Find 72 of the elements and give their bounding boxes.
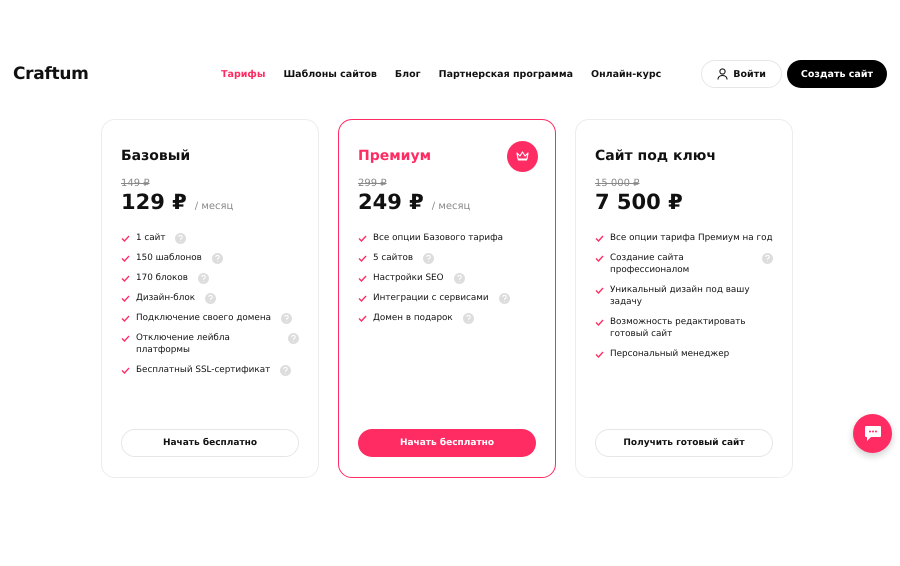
feature-text: 170 блоков xyxy=(136,272,188,284)
check-icon xyxy=(121,315,130,322)
price-period: / месяц xyxy=(432,201,470,212)
help-icon[interactable] xyxy=(288,333,299,344)
price: 249 ₽ xyxy=(358,190,424,214)
check-icon xyxy=(358,235,367,242)
user-icon xyxy=(717,68,728,80)
feature-text: Возможность редактировать готовый сайт xyxy=(610,316,747,340)
help-icon[interactable] xyxy=(205,293,216,304)
old-price: 299 ₽ xyxy=(358,178,388,189)
feature-text: Домен в подарок xyxy=(373,312,453,324)
price: 7 500 ₽ xyxy=(595,190,683,214)
check-icon xyxy=(121,275,130,282)
feature-text: Настройки SEO xyxy=(373,272,444,284)
check-icon xyxy=(121,367,130,374)
check-icon xyxy=(358,255,367,262)
feature-text: Бесплатный SSL-сертификат xyxy=(136,364,270,376)
nav-link[interactable]: Шаблоны сайтов xyxy=(283,68,377,80)
check-icon xyxy=(358,315,367,322)
check-icon xyxy=(358,295,367,302)
nav-link[interactable]: Онлайн-курс xyxy=(591,68,662,80)
check-icon xyxy=(121,335,130,342)
nav-link[interactable]: Партнерская программа xyxy=(438,68,574,80)
feature-text: Отключение лейбла платформы xyxy=(136,332,231,356)
feature-text: Дизайн-блок xyxy=(136,292,196,304)
plan-title: Базовый xyxy=(121,148,190,164)
help-icon[interactable] xyxy=(423,253,434,264)
feature-text: Все опции Базового тарифа xyxy=(373,232,504,244)
feature-text: 150 шаблонов xyxy=(136,252,202,264)
check-icon xyxy=(595,319,604,326)
help-icon[interactable] xyxy=(498,293,510,304)
feature-text: Персональный менеджер xyxy=(610,348,730,360)
login-button[interactable]: Войти xyxy=(701,60,782,88)
help-icon[interactable] xyxy=(280,365,292,376)
check-icon xyxy=(595,351,604,358)
price: 129 ₽ xyxy=(121,190,187,214)
check-icon xyxy=(121,295,130,302)
check-icon xyxy=(121,235,130,242)
help-icon[interactable] xyxy=(175,233,186,244)
help-icon[interactable] xyxy=(212,253,223,264)
check-icon xyxy=(358,275,367,282)
feature-text: Уникальный дизайн под вашу задачу xyxy=(610,284,751,308)
check-icon xyxy=(595,235,604,242)
chat-icon xyxy=(864,425,882,442)
help-icon[interactable] xyxy=(280,313,292,324)
help-icon[interactable] xyxy=(462,313,474,324)
price-period: / месяц xyxy=(194,201,234,212)
help-icon[interactable] xyxy=(762,253,773,264)
old-price: 15 000 ₽ xyxy=(595,178,641,189)
nav-link[interactable]: Блог xyxy=(394,68,421,80)
nav-link[interactable]: Тарифы xyxy=(221,68,266,80)
old-price: 149 ₽ xyxy=(121,178,151,189)
plan-button[interactable]: Начать бесплатно xyxy=(121,429,299,457)
crown-icon xyxy=(507,140,538,172)
feature-text: Все опции тарифа Премиум на год xyxy=(610,232,773,244)
chat-button[interactable] xyxy=(853,414,892,453)
feature-text: 1 сайт xyxy=(136,232,166,244)
plan-title: Премиум xyxy=(358,148,432,164)
help-icon[interactable] xyxy=(454,273,465,284)
create-site-button[interactable]: Создать сайт xyxy=(786,60,887,88)
feature-text: 5 сайтов xyxy=(373,252,414,264)
feature-text: Интеграции с сервисами xyxy=(373,292,489,304)
feature-text: Подключение своего домена xyxy=(136,312,271,324)
feature-text: Создание сайта профессионалом xyxy=(610,252,690,276)
logo[interactable]: Craftum xyxy=(13,64,212,84)
plan-button[interactable]: Получить готовый сайт xyxy=(595,429,773,457)
plan-button[interactable]: Начать бесплатно xyxy=(358,429,536,457)
check-icon xyxy=(121,255,130,262)
help-icon[interactable] xyxy=(198,273,209,284)
plan-title: Сайт под ключ xyxy=(595,148,716,164)
check-icon xyxy=(595,287,604,294)
check-icon xyxy=(595,255,604,262)
